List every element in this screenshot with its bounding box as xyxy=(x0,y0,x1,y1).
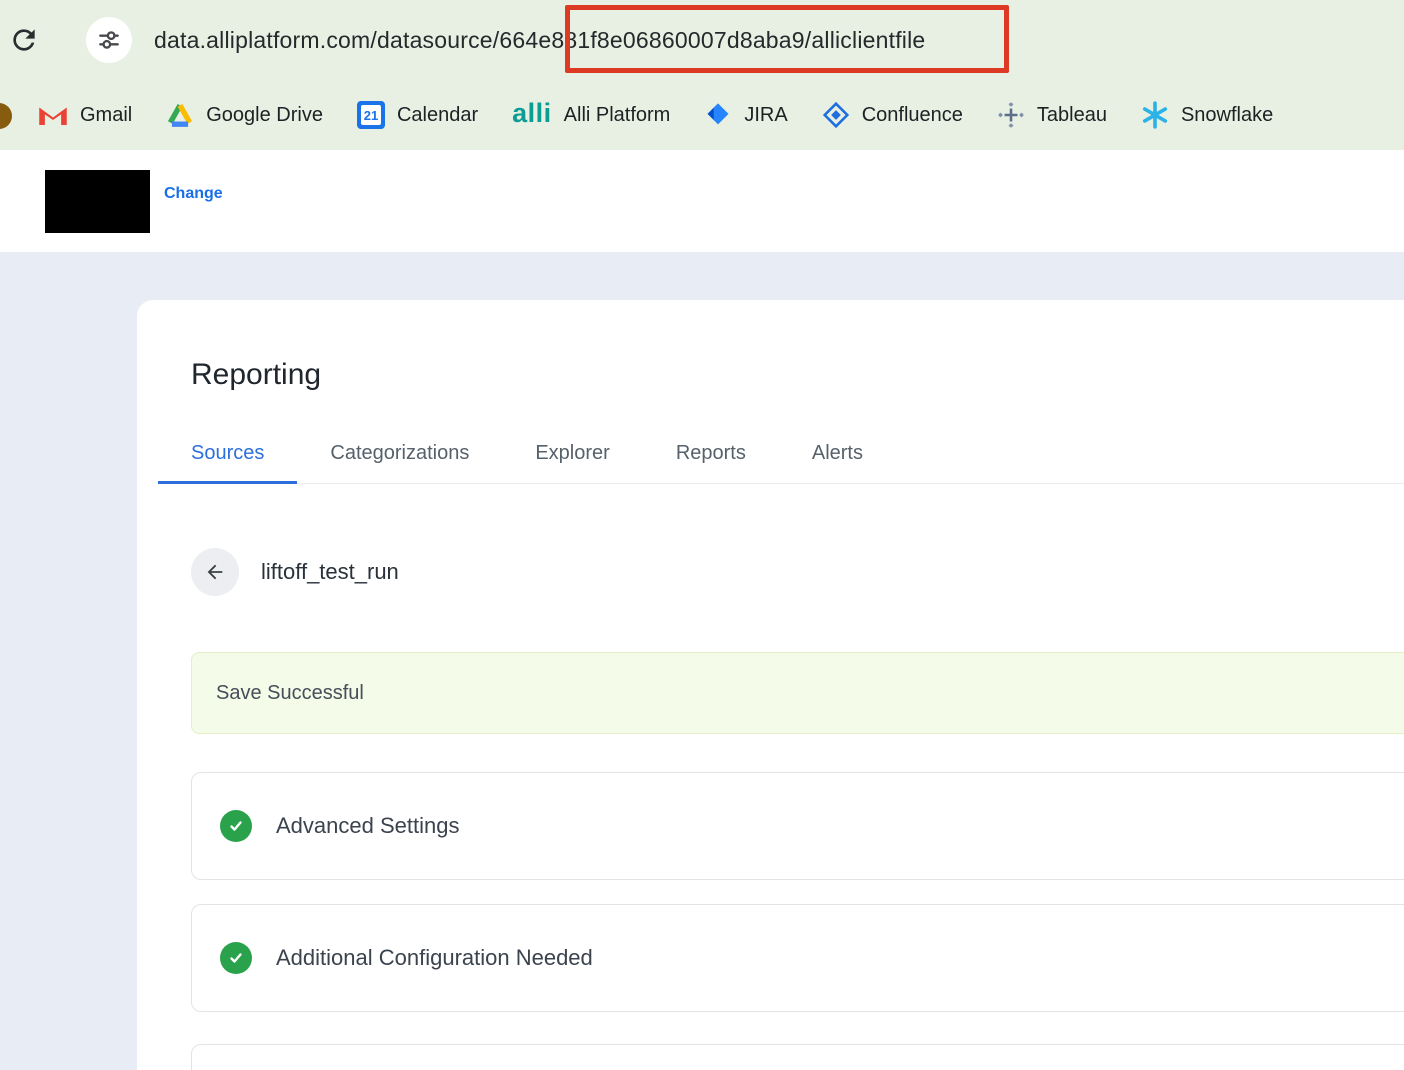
card-label: Advanced Settings xyxy=(276,813,459,839)
bookmark-snowflake[interactable]: Snowflake xyxy=(1141,101,1273,129)
bookmarks-bar: Gmail Google Drive 21 Calendar alli Alli… xyxy=(0,80,1404,150)
tab-explorer[interactable]: Explorer xyxy=(502,442,642,483)
back-button[interactable] xyxy=(191,548,239,596)
bookmark-confluence[interactable]: Confluence xyxy=(822,101,963,129)
bookmark-label: Calendar xyxy=(397,104,478,127)
advanced-settings-card[interactable]: Advanced Settings xyxy=(191,772,1404,880)
calendar-icon: 21 xyxy=(357,101,385,129)
reload-button[interactable] xyxy=(6,22,42,58)
tab-alerts[interactable]: Alerts xyxy=(779,442,896,483)
url-text[interactable]: data.alliplatform.com/datasource/664e881… xyxy=(154,27,925,54)
tune-icon xyxy=(96,27,122,53)
bookmark-label: Snowflake xyxy=(1181,104,1273,127)
partial-bookmark-icon xyxy=(0,103,12,129)
bookmark-label: JIRA xyxy=(744,104,787,127)
bookmark-google-drive[interactable]: Google Drive xyxy=(166,102,323,128)
tab-bar: Sources Categorizations Explorer Reports… xyxy=(158,442,1404,484)
tab-sources[interactable]: Sources xyxy=(158,442,297,483)
check-circle-icon xyxy=(220,810,252,842)
source-header-row: liftoff_test_run xyxy=(191,548,1404,596)
bookmark-label: Gmail xyxy=(80,104,132,127)
tab-categorizations[interactable]: Categorizations xyxy=(297,442,502,483)
check-circle-icon xyxy=(220,942,252,974)
tab-reports[interactable]: Reports xyxy=(643,442,779,483)
change-link[interactable]: Change xyxy=(164,185,223,203)
confluence-icon xyxy=(822,101,850,129)
main-background: Reporting Sources Categorizations Explor… xyxy=(0,252,1404,1070)
additional-configuration-card[interactable]: Additional Configuration Needed xyxy=(191,904,1404,1012)
url-datasource-id: 664e881f8e06860007d8aba9 xyxy=(499,27,804,53)
status-card-partial[interactable] xyxy=(191,1044,1404,1070)
gmail-icon xyxy=(38,103,68,127)
bookmark-alli-platform[interactable]: alli Alli Platform xyxy=(512,100,670,130)
bookmark-tableau[interactable]: Tableau xyxy=(997,101,1107,129)
reload-icon xyxy=(8,24,40,56)
bookmark-label: Alli Platform xyxy=(564,104,671,127)
reporting-panel: Reporting Sources Categorizations Explor… xyxy=(137,300,1404,1070)
save-success-alert: Save Successful xyxy=(191,652,1404,734)
card-label: Additional Configuration Needed xyxy=(276,945,593,971)
url-suffix: alliclientfile xyxy=(811,27,925,53)
jira-icon xyxy=(704,101,732,129)
bookmark-jira[interactable]: JIRA xyxy=(704,101,787,129)
back-arrow-icon xyxy=(204,561,226,583)
google-drive-icon xyxy=(166,102,194,128)
alert-text: Save Successful xyxy=(216,682,364,705)
url-prefix: data.alliplatform.com/datasource/ xyxy=(154,27,499,53)
bookmark-label: Tableau xyxy=(1037,104,1107,127)
source-name: liftoff_test_run xyxy=(261,559,399,585)
snowflake-icon xyxy=(1141,101,1169,129)
bookmark-calendar[interactable]: 21 Calendar xyxy=(357,101,478,129)
page-title: Reporting xyxy=(191,358,1404,392)
tableau-icon xyxy=(997,101,1025,129)
page: data.alliplatform.com/datasource/664e881… xyxy=(0,0,1404,1070)
alli-logo-icon: alli xyxy=(512,100,552,130)
address-bar: data.alliplatform.com/datasource/664e881… xyxy=(0,0,1404,80)
site-settings-button[interactable] xyxy=(86,17,132,63)
bookmark-gmail[interactable]: Gmail xyxy=(38,103,132,127)
bookmark-label: Confluence xyxy=(862,104,963,127)
bookmark-label: Google Drive xyxy=(206,104,323,127)
site-header: Change xyxy=(0,150,1404,252)
redacted-logo xyxy=(45,170,150,233)
